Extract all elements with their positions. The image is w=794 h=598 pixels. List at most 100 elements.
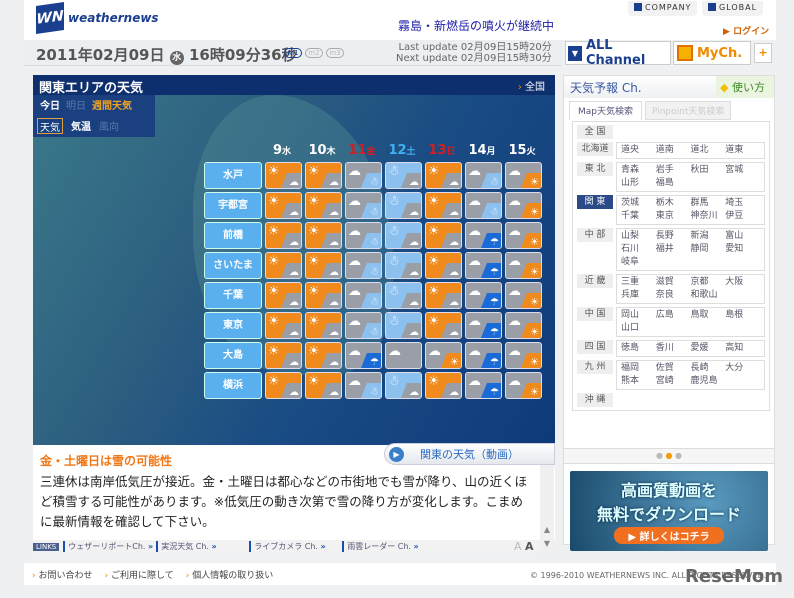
prefecture-link[interactable]: 宮崎: [656, 375, 691, 388]
font-small-button[interactable]: A: [514, 540, 522, 553]
city-label[interactable]: 横浜: [204, 372, 262, 399]
tab-pinpoint-search[interactable]: Pinpoint天気検索: [645, 101, 732, 120]
forecast-cell-cloud-snow[interactable]: ☁ ☃: [345, 162, 382, 189]
city-label[interactable]: さいたま: [204, 252, 262, 279]
scroll-down-icon[interactable]: ▼: [540, 539, 554, 548]
forecast-cell-snow-cloud[interactable]: ☃ ☁: [385, 282, 422, 309]
forecast-cell-cloud-snow[interactable]: ☁ ☃: [345, 282, 382, 309]
region-button[interactable]: 中 部: [577, 228, 613, 242]
forecast-cell-cloud-rain[interactable]: ☁ ☂: [465, 312, 502, 339]
prefecture-link[interactable]: 茨城: [621, 197, 656, 210]
forecast-cell-sun-cloud[interactable]: ☀ ☁: [265, 252, 302, 279]
headline-link[interactable]: 霧島・新燃岳の噴火が継続中: [398, 17, 554, 34]
mode-m1-button[interactable]: m1: [284, 48, 302, 58]
forecast-cell-sun-cloud[interactable]: ☀ ☁: [265, 282, 302, 309]
forecast-cell-snow-cloud[interactable]: ☃ ☁: [385, 252, 422, 279]
forecast-cell-sun-cloud[interactable]: ☀ ☁: [305, 252, 342, 279]
prefecture-link[interactable]: 兵庫: [621, 289, 656, 302]
news-scrollbar[interactable]: ▲ ▼: [540, 465, 554, 553]
prefecture-link[interactable]: 東京: [656, 210, 691, 223]
tab-weekly[interactable]: 週間天気: [92, 97, 132, 113]
tab-wind[interactable]: 風向: [99, 118, 119, 134]
region-button[interactable]: 九 州: [577, 360, 613, 374]
prefecture-link[interactable]: 埼玉: [725, 197, 760, 210]
prefecture-link[interactable]: 長野: [656, 230, 691, 243]
footer-link-contact[interactable]: › お問い合わせ: [32, 568, 93, 581]
forecast-cell-sun-cloud[interactable]: ☀ ☁: [305, 162, 342, 189]
forecast-cell-cloud-rain[interactable]: ☁ ☂: [465, 342, 502, 369]
forecast-cell-cloud-rain[interactable]: ☁ ☂: [465, 252, 502, 279]
national-link[interactable]: › 全国: [518, 78, 545, 93]
prefecture-link[interactable]: 道東: [725, 144, 760, 157]
forecast-cell-cloud-rain[interactable]: ☁ ☂: [345, 342, 382, 369]
region-button[interactable]: 東 北: [577, 162, 613, 176]
region-button[interactable]: 四 国: [577, 340, 613, 354]
forecast-cell-sun-cloud[interactable]: ☀ ☁: [305, 192, 342, 219]
forecast-cell-cloud-sun[interactable]: ☁ ☀: [505, 312, 542, 339]
prefecture-link[interactable]: 宮城: [725, 164, 760, 177]
forecast-cell-sun-cloud[interactable]: ☀ ☁: [305, 342, 342, 369]
prefecture-link[interactable]: 群馬: [691, 197, 726, 210]
prefecture-link[interactable]: 奈良: [656, 289, 691, 302]
tab-weather[interactable]: 天気: [37, 118, 63, 134]
link-weather-report[interactable]: ウェザーリポートCh. »: [63, 541, 156, 552]
prefecture-link[interactable]: 山梨: [621, 230, 656, 243]
all-channel-button[interactable]: ▼ ALL Channel: [565, 38, 671, 68]
forecast-cell-cloud-snow[interactable]: ☁ ☃: [465, 192, 502, 219]
forecast-cell-cloud-snow[interactable]: ☁ ☃: [345, 372, 382, 399]
forecast-cell-cloud-rain[interactable]: ☁ ☂: [465, 372, 502, 399]
prefecture-link[interactable]: 福島: [656, 177, 691, 190]
prefecture-link[interactable]: 青森: [621, 164, 656, 177]
prefecture-link[interactable]: 愛知: [725, 243, 760, 256]
prefecture-link[interactable]: 富山: [725, 230, 760, 243]
forecast-cell-sun-cloud[interactable]: ☀ ☁: [305, 222, 342, 249]
download-banner[interactable]: 高画質動画を 無料でダウンロード ▶ 詳しくはコチラ: [570, 471, 768, 551]
forecast-cell-cloud-sun[interactable]: ☁ ☀: [425, 342, 462, 369]
region-button[interactable]: 関 東: [577, 195, 613, 209]
prefecture-link[interactable]: 長崎: [691, 362, 726, 375]
prefecture-link[interactable]: 岡山: [621, 309, 656, 322]
city-label[interactable]: 大島: [204, 342, 262, 369]
my-channel-button[interactable]: MyCh.: [673, 41, 751, 65]
forecast-cell-cloud-rain[interactable]: ☁ ☂: [465, 222, 502, 249]
add-channel-button[interactable]: +: [754, 43, 772, 63]
prefecture-link[interactable]: 福井: [656, 243, 691, 256]
forecast-cell-cloud-rain[interactable]: ☁ ☂: [465, 282, 502, 309]
forecast-cell-sun-cloud[interactable]: ☀ ☁: [425, 162, 462, 189]
forecast-cell-cloud[interactable]: ☁: [385, 342, 422, 369]
prefecture-link[interactable]: 高知: [725, 342, 760, 355]
tab-tomorrow[interactable]: 明日: [66, 97, 86, 113]
forecast-cell-sun-cloud[interactable]: ☀ ☁: [425, 372, 462, 399]
forecast-cell-snow-cloud[interactable]: ☃ ☁: [385, 162, 422, 189]
mode-m3-button[interactable]: m3: [326, 48, 344, 58]
forecast-cell-snow-cloud[interactable]: ☃ ☁: [385, 312, 422, 339]
prefecture-link[interactable]: 新潟: [691, 230, 726, 243]
forecast-cell-snow-cloud[interactable]: ☃ ☁: [385, 372, 422, 399]
forecast-cell-snow-cloud[interactable]: ☃ ☁: [385, 192, 422, 219]
forecast-cell-cloud-snow[interactable]: ☁ ☃: [345, 312, 382, 339]
prefecture-link[interactable]: 岩手: [656, 164, 691, 177]
company-link[interactable]: COMPANY: [628, 1, 698, 16]
prefecture-link[interactable]: 大分: [725, 362, 760, 375]
howto-button[interactable]: ◆ 使い方: [716, 76, 774, 98]
forecast-cell-cloud-sun[interactable]: ☁ ☀: [505, 222, 542, 249]
prefecture-link[interactable]: 道南: [656, 144, 691, 157]
prefecture-link[interactable]: 三重: [621, 276, 656, 289]
banner-details-button[interactable]: ▶ 詳しくはコチラ: [614, 527, 724, 544]
prefecture-link[interactable]: 山形: [621, 177, 656, 190]
forecast-cell-sun-cloud[interactable]: ☀ ☁: [305, 282, 342, 309]
prefecture-link[interactable]: 福岡: [621, 362, 656, 375]
global-link[interactable]: GLOBAL: [702, 1, 764, 16]
prefecture-link[interactable]: 滋賀: [656, 276, 691, 289]
city-label[interactable]: 東京: [204, 312, 262, 339]
prefecture-link[interactable]: 鹿児島: [691, 375, 726, 388]
prefecture-link[interactable]: 鳥取: [691, 309, 726, 322]
prefecture-link[interactable]: 佐賀: [656, 362, 691, 375]
prefecture-link[interactable]: 愛媛: [691, 342, 726, 355]
prefecture-link[interactable]: 京都: [691, 276, 726, 289]
forecast-cell-sun-cloud[interactable]: ☀ ☁: [425, 192, 462, 219]
prefecture-link[interactable]: 岐阜: [621, 256, 656, 269]
city-label[interactable]: 水戸: [204, 162, 262, 189]
footer-link-privacy[interactable]: › 個人情報の取り扱い: [186, 568, 274, 581]
tab-temperature[interactable]: 気温: [71, 118, 91, 134]
